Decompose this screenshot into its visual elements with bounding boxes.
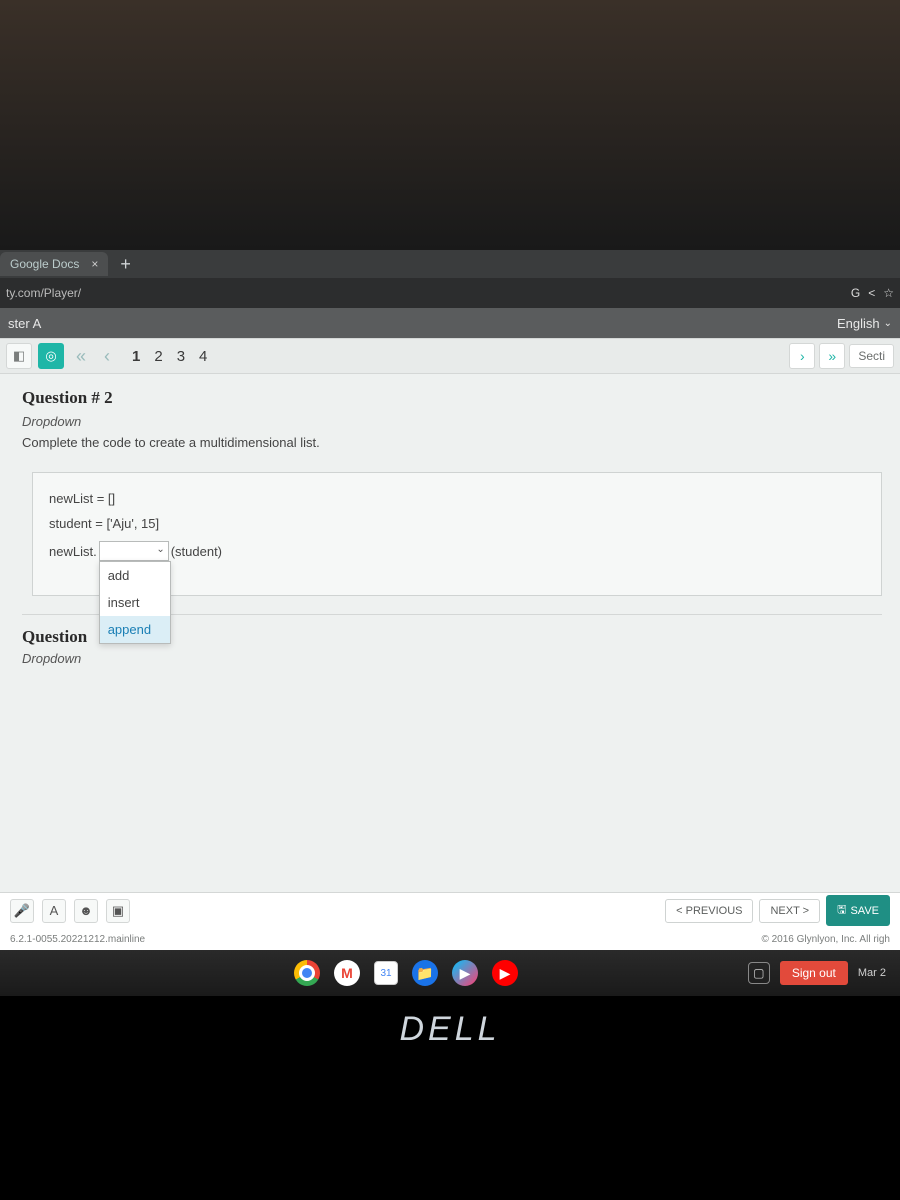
question-number[interactable]: 2 [154, 348, 162, 365]
screen-area: Google Docs × + ty.com/Player/ G < ☆ ste… [0, 250, 900, 950]
nav-prev-icon[interactable]: ‹ [98, 346, 116, 367]
save-icon: 🖫 [837, 901, 846, 920]
calendar-icon[interactable]: 31 [374, 961, 398, 985]
question-number[interactable]: 1 [132, 348, 140, 365]
nav-next-icon[interactable]: › [789, 343, 815, 369]
question-number[interactable]: 3 [177, 348, 185, 365]
question-type: Dropdown [22, 414, 882, 429]
copyright-text: © 2016 Glynlyon, Inc. All righ [761, 934, 890, 945]
question-content: Question # 2 Dropdown Complete the code … [0, 374, 900, 892]
tray-icon[interactable]: ▢ [748, 962, 770, 984]
question-title: Question # 2 [22, 388, 882, 408]
translate-icon[interactable]: A [42, 899, 66, 923]
chevron-down-icon: ⌄ [156, 544, 164, 555]
question-number[interactable]: 4 [199, 348, 207, 365]
dropdown-option-insert[interactable]: insert [100, 589, 170, 616]
star-icon[interactable]: ☆ [883, 286, 894, 300]
play-store-icon[interactable]: ▶ [452, 960, 478, 986]
os-shelf: M 31 📁 ▶ ▶ ▢ Sign out Mar 2 [0, 950, 900, 996]
shelf-date: Mar 2 [858, 967, 886, 979]
save-button[interactable]: 🖫 SAVE [826, 895, 890, 926]
section-button[interactable]: Secti [849, 344, 894, 368]
smiley-icon[interactable]: ☻ [74, 899, 98, 923]
tool-icon-1[interactable]: ◧ [6, 343, 32, 369]
laptop-photo-frame: Google Docs × + ty.com/Player/ G < ☆ ste… [0, 0, 900, 1200]
chrome-icon[interactable] [294, 960, 320, 986]
new-tab-button[interactable]: + [110, 254, 141, 275]
method-dropdown[interactable]: ⌄ add insert append [99, 541, 169, 561]
action-bar: 🎤 A ☻ ▣ < PREVIOUS NEXT > 🖫 SAVE [0, 892, 900, 928]
question-nav-bar: ◧ ◎ « ‹ 1 2 3 4 › » Secti [0, 338, 900, 374]
browser-tab[interactable]: Google Docs × [0, 252, 108, 276]
language-selector[interactable]: English ⌄ [837, 316, 892, 331]
files-icon[interactable]: 📁 [412, 960, 438, 986]
google-icon[interactable]: G [851, 286, 860, 300]
previous-button[interactable]: < PREVIOUS [665, 899, 753, 923]
less-than-icon[interactable]: < [868, 286, 875, 300]
dropdown-menu: add insert append [99, 561, 171, 644]
image-icon[interactable]: ▣ [106, 899, 130, 923]
question-prompt: Complete the code to create a multidimen… [22, 435, 882, 450]
nav-first-icon[interactable]: « [70, 346, 92, 367]
language-label: English [837, 316, 880, 331]
code-prefix: newList. [49, 544, 97, 559]
dropdown-option-add[interactable]: add [100, 562, 170, 589]
target-icon[interactable]: ◎ [38, 343, 64, 369]
browser-url-bar: ty.com/Player/ G < ☆ [0, 278, 900, 308]
code-line-1: newList = [] [49, 491, 865, 506]
browser-tab-strip: Google Docs × + [0, 250, 900, 278]
version-text: 6.2.1-0055.20221212.mainline [10, 934, 145, 945]
next-button[interactable]: NEXT > [759, 899, 820, 923]
url-text[interactable]: ty.com/Player/ [6, 286, 81, 300]
code-box: newList = [] student = ['Aju', 15] newLi… [32, 472, 882, 596]
code-line-3: newList. ⌄ add insert append (student) [49, 541, 865, 561]
nav-last-icon[interactable]: » [819, 343, 845, 369]
code-suffix: (student) [171, 544, 222, 559]
dell-logo: DELL [0, 1010, 900, 1049]
gmail-icon[interactable]: M [334, 960, 360, 986]
footer-row: 6.2.1-0055.20221212.mainline © 2016 Glyn… [0, 928, 900, 950]
chevron-down-icon: ⌄ [884, 318, 892, 329]
question-number-list: 1 2 3 4 [132, 348, 207, 365]
dropdown-option-append[interactable]: append [100, 616, 170, 643]
close-tab-icon[interactable]: × [91, 257, 98, 271]
tab-title: Google Docs [10, 257, 79, 271]
app-header-bar: ster A English ⌄ [0, 308, 900, 338]
next-question-type: Dropdown [22, 651, 882, 666]
save-label: SAVE [850, 905, 879, 917]
microphone-icon[interactable]: 🎤 [10, 899, 34, 923]
sign-out-button[interactable]: Sign out [780, 961, 848, 985]
youtube-icon[interactable]: ▶ [492, 960, 518, 986]
assignment-title: ster A [8, 316, 41, 331]
code-line-2: student = ['Aju', 15] [49, 516, 865, 531]
